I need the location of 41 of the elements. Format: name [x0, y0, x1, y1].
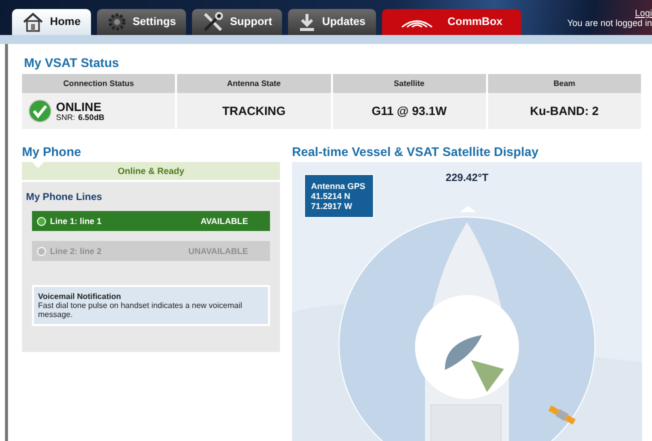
tools-icon	[202, 11, 224, 33]
column-header: Beam	[488, 74, 641, 93]
beam-value: Ku-BAND: 2	[488, 93, 641, 129]
gear-icon	[106, 12, 127, 32]
antenna-dish-icon	[415, 295, 519, 399]
satellite-value: G11 @ 93.1W	[332, 93, 486, 129]
login-status-text: You are not logged in	[567, 18, 652, 28]
nav-tab[interactable]: Updates	[288, 9, 376, 35]
nav-tab[interactable]: Settings	[96, 9, 186, 35]
line-name: Line 1: line 1	[50, 216, 102, 226]
snr-label: SNR:	[56, 112, 76, 122]
login-link[interactable]: Logi	[634, 8, 652, 18]
phone-line-row[interactable]: Line 1: line 1 AVAILABLE	[32, 211, 270, 231]
gps-title: Antenna GPS	[311, 181, 366, 191]
column-header: Satellite	[332, 74, 486, 93]
latitude-value: 41.5214 N	[311, 191, 352, 201]
section-title: My VSAT Status	[24, 56, 120, 70]
column-header: Connection Status	[22, 74, 176, 93]
section-title: My Phone	[22, 145, 82, 159]
status-dot-icon	[37, 216, 46, 226]
line-status: UNAVAILABLE	[188, 246, 248, 256]
line-status: AVAILABLE	[200, 216, 248, 226]
heading-reading: 229.42°T	[446, 172, 488, 184]
voicemail-text: Fast dial tone pulse on handset indicates a new voicemail message.	[38, 301, 244, 319]
antenna-state: TRACKING	[177, 93, 330, 129]
status-dot-icon	[37, 246, 46, 256]
nav-tab[interactable]: CommBox	[382, 9, 521, 35]
subsection-title: My Phone Lines	[26, 192, 104, 203]
download-icon	[298, 12, 316, 32]
snr-value: 6.50dB	[78, 112, 104, 122]
section-title: Real-time Vessel & VSAT Satellite Display	[292, 145, 540, 159]
nav-tab[interactable]: Support	[192, 9, 282, 35]
phone-status-bar: Online & Ready	[22, 162, 280, 180]
connection-state: ONLINE	[56, 100, 102, 112]
line-name: Line 2: line 2	[50, 246, 102, 256]
column-header: Antenna State	[177, 74, 330, 93]
voicemail-title: Voicemail Notification	[38, 292, 122, 301]
satellite-icon	[548, 405, 576, 425]
nav-tab[interactable]: Home	[12, 9, 91, 35]
house-icon	[22, 12, 44, 32]
longitude-value: 71.2917 W	[311, 201, 354, 211]
